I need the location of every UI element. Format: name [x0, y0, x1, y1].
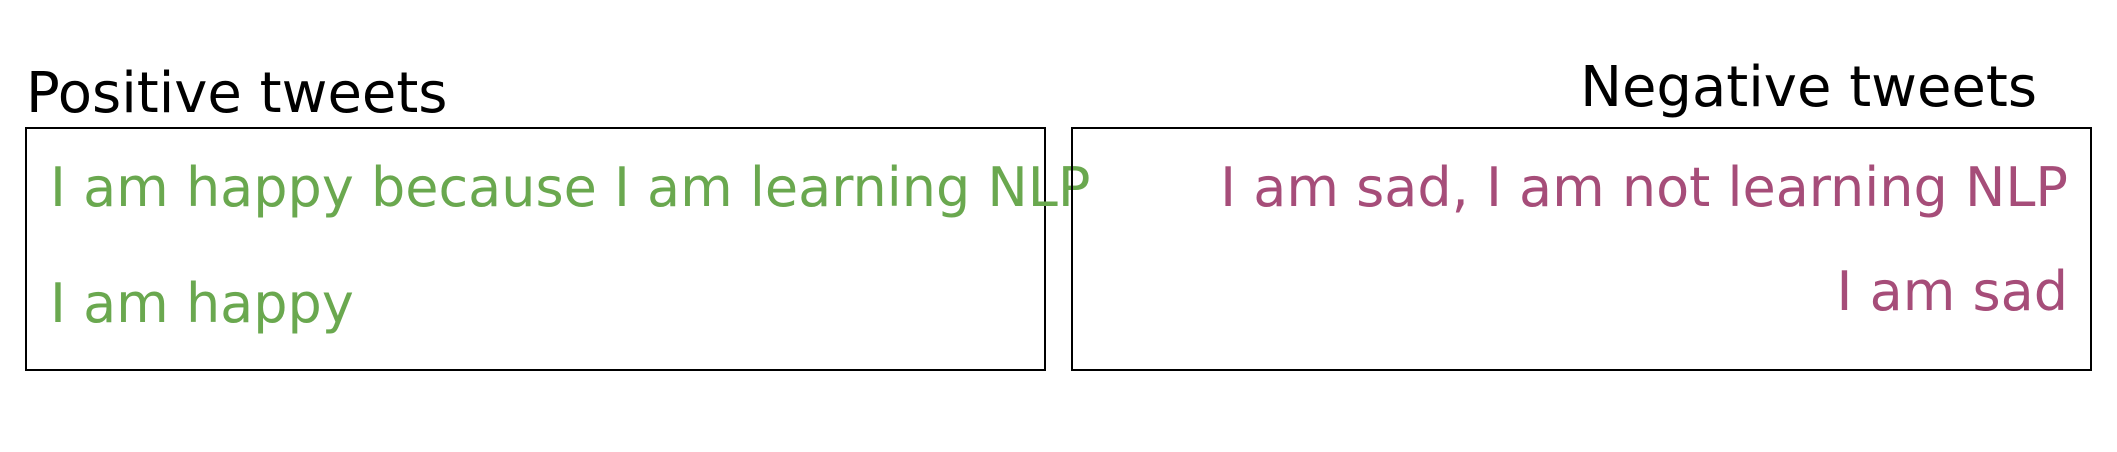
negative-tweets-box: I am sad, I am not learning NLP I am sad [1071, 127, 2092, 371]
positive-tweets-heading: Positive tweets [26, 61, 448, 126]
negative-tweet: I am sad, I am not learning NLP [1220, 156, 2068, 219]
positive-tweet: I am happy [50, 272, 354, 335]
negative-tweet: I am sad [1836, 260, 2068, 323]
negative-tweets-heading: Negative tweets [1580, 55, 2037, 120]
positive-tweets-box: I am happy because I am learning NLP I a… [25, 127, 1090, 371]
positive-tweet: I am happy because I am learning NLP [50, 156, 1091, 219]
